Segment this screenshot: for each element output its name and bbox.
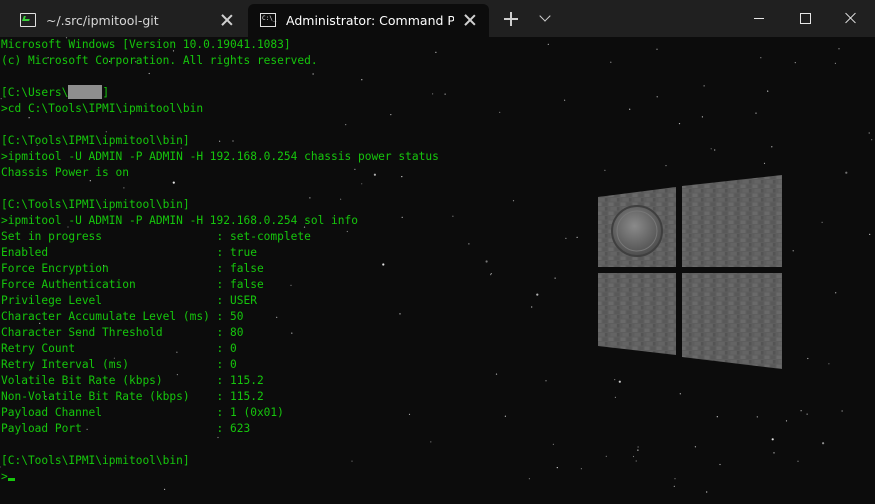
console-line: Payload Channel : 1 (0x01) — [1, 405, 861, 421]
console-line-suffix: ] — [102, 86, 110, 99]
console-line-text: > — [1, 470, 8, 483]
console-line-text: >ipmitool -U ADMIN -P ADMIN -H 192.168.0… — [1, 150, 439, 163]
star — [868, 132, 870, 134]
console-line-text: Force Encryption : false — [1, 262, 264, 275]
console-line: Non-Volatile Bit Rate (kbps) : 115.2 — [1, 389, 861, 405]
console-line-text: Payload Channel : 1 (0x01) — [1, 406, 284, 419]
console-line: Payload Port : 623 — [1, 421, 861, 437]
console-line-text: Non-Volatile Bit Rate (kbps) : 115.2 — [1, 390, 264, 403]
close-icon[interactable] — [463, 13, 477, 27]
cmd-icon-text: C:\_ — [262, 15, 277, 22]
tab-git-bash[interactable]: ~/.src/ipmitool-git — [8, 4, 246, 37]
console-line: (c) Microsoft Corporation. All rights re… — [1, 53, 861, 69]
console-line: [C:\Tools\IPMI\ipmitool\bin] — [1, 133, 861, 149]
chevron-down-icon[interactable] — [539, 12, 551, 24]
terminal-output[interactable]: Microsoft Windows [Version 10.0.19041.10… — [0, 37, 875, 504]
console-line: Force Authentication : false — [1, 277, 861, 293]
star — [164, 488, 166, 490]
console-line-text: Character Send Threshold : 80 — [1, 326, 244, 339]
console-line-text: Microsoft Windows [Version 10.0.19041.10… — [1, 38, 291, 51]
redacted-username — [68, 85, 103, 99]
console-line-text: >cd C:\Tools\IPMI\ipmitool\bin — [1, 102, 204, 115]
console-line: [C:\Users\] — [1, 85, 861, 101]
tab-command-prompt[interactable]: C:\_ Administrator: Command Prompt — [248, 4, 489, 37]
console-line: Retry Count : 0 — [1, 341, 861, 357]
tab-bar: ~/.src/ipmitool-git C:\_ Administrator: … — [0, 0, 875, 37]
console-line-text: Retry Interval (ms) : 0 — [1, 358, 237, 371]
console-text: Microsoft Windows [Version 10.0.19041.10… — [1, 37, 861, 485]
console-line: Force Encryption : false — [1, 261, 861, 277]
console-line: Enabled : true — [1, 245, 861, 261]
console-line: Microsoft Windows [Version 10.0.19041.10… — [1, 37, 861, 53]
plus-icon[interactable] — [503, 11, 519, 27]
console-line-text: >ipmitool -U ADMIN -P ADMIN -H 192.168.0… — [1, 214, 358, 227]
console-line: Privilege Level : USER — [1, 293, 861, 309]
console-line: > — [1, 469, 861, 485]
close-icon[interactable] — [220, 13, 234, 27]
console-line-text: Chassis Power is on — [1, 166, 129, 179]
terminal-window: ~/.src/ipmitool-git C:\_ Administrator: … — [0, 0, 875, 504]
console-line: Retry Interval (ms) : 0 — [1, 357, 861, 373]
console-line-text: [C:\Users\ — [1, 86, 69, 99]
console-line: Character Send Threshold : 80 — [1, 325, 861, 341]
console-line: Volatile Bit Rate (kbps) : 115.2 — [1, 373, 861, 389]
star — [871, 139, 873, 141]
console-line-text: Enabled : true — [1, 246, 257, 259]
console-line-text: Retry Count : 0 — [1, 342, 237, 355]
cmd-icon: C:\_ — [260, 13, 276, 27]
console-line-text: (c) Microsoft Corporation. All rights re… — [1, 54, 318, 67]
console-line: >ipmitool -U ADMIN -P ADMIN -H 192.168.0… — [1, 213, 861, 229]
maximize-button[interactable] — [782, 0, 828, 37]
console-line-text: Payload Port : 623 — [1, 422, 251, 435]
console-line-text: Character Accumulate Level (ms) : 50 — [1, 310, 244, 323]
console-line-text: [C:\Tools\IPMI\ipmitool\bin] — [1, 454, 190, 467]
console-line: [C:\Tools\IPMI\ipmitool\bin] — [1, 197, 861, 213]
console-line: Character Accumulate Level (ms) : 50 — [1, 309, 861, 325]
console-line-text: [C:\Tools\IPMI\ipmitool\bin] — [1, 198, 190, 211]
star — [706, 491, 708, 493]
text-cursor — [7, 478, 15, 481]
console-line-text: Volatile Bit Rate (kbps) : 115.2 — [1, 374, 264, 387]
console-line-text: Set in progress : set-complete — [1, 230, 311, 243]
git-bash-icon — [20, 13, 36, 27]
star — [869, 233, 871, 235]
console-line-text: Privilege Level : USER — [1, 294, 257, 307]
console-line: [C:\Tools\IPMI\ipmitool\bin] — [1, 453, 861, 469]
console-line: >cd C:\Tools\IPMI\ipmitool\bin — [1, 101, 861, 117]
minimize-button[interactable] — [736, 0, 782, 37]
tab-title: ~/.src/ipmitool-git — [46, 13, 159, 28]
close-window-button[interactable] — [828, 0, 874, 37]
tab-title: Administrator: Command Prompt — [286, 13, 454, 28]
console-line: >ipmitool -U ADMIN -P ADMIN -H 192.168.0… — [1, 149, 861, 165]
console-line: Set in progress : set-complete — [1, 229, 861, 245]
star — [673, 485, 675, 487]
console-line-text: [C:\Tools\IPMI\ipmitool\bin] — [1, 134, 190, 147]
console-line-text: Force Authentication : false — [1, 278, 264, 291]
console-line: Chassis Power is on — [1, 165, 861, 181]
